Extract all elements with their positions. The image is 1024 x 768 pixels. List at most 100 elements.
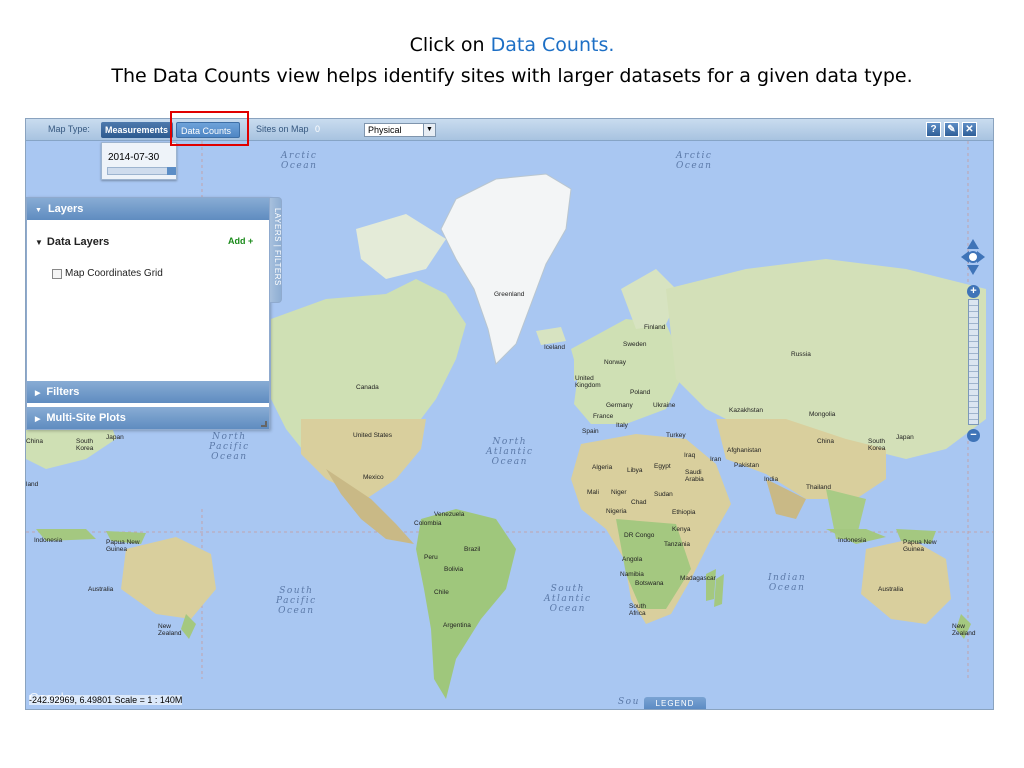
place-label: Chad <box>631 499 647 506</box>
layers-title: Layers <box>47 203 84 215</box>
place-label: Sweden <box>623 341 647 348</box>
place-label: China <box>26 438 43 445</box>
place-label: Algeria <box>592 464 613 471</box>
place-label: Russia <box>791 351 811 358</box>
place-label: Botswana <box>635 580 664 587</box>
place-label: Japan <box>896 434 914 441</box>
place-label: Saudi Arabia <box>685 469 704 483</box>
place-label: Madagascar <box>680 575 716 582</box>
place-label: Finland <box>644 324 666 331</box>
expand-arrow-icon: ▶ <box>35 390 41 397</box>
date-picker[interactable]: 2014-07-30 <box>101 142 177 180</box>
map-style-select[interactable]: Physical ▼ <box>364 123 436 137</box>
place-label: Egypt <box>654 463 671 470</box>
pan-up-icon[interactable] <box>967 239 979 249</box>
ocean-label-arctic-left: Arctic Ocean <box>281 151 318 171</box>
layers-header[interactable]: ▼ Layers <box>27 198 269 220</box>
place-label: India <box>764 476 779 483</box>
place-label: DR Congo <box>624 532 655 539</box>
place-label: Norway <box>604 359 627 366</box>
close-icon[interactable]: ✕ <box>962 122 977 137</box>
map-style-value: Physical <box>368 125 402 135</box>
place-label: Nigeria <box>606 508 627 515</box>
map-viewport[interactable]: Arctic Ocean Arctic Ocean North Pacific … <box>25 118 994 710</box>
grid-label: Map Coordinates Grid <box>65 268 163 279</box>
date-slider-handle[interactable] <box>167 167 176 175</box>
highlight-box <box>170 111 249 146</box>
coordinates-readout: -242.92969, 6.49801 Scale = 1 : 140M <box>29 695 183 705</box>
place-label: Brazil <box>464 546 481 553</box>
place-label: New Zealand <box>158 623 182 637</box>
place-label: Libya <box>627 467 643 474</box>
ocean-label-indian: Indian Ocean <box>768 573 807 593</box>
ocean-label-southern: Sou <box>618 697 640 707</box>
ocean-label-south-pacific: South Pacific Ocean <box>276 586 317 616</box>
map-coordinates-grid-option[interactable]: Map Coordinates Grid <box>52 268 163 279</box>
date-value: 2014-07-30 <box>108 152 160 163</box>
help-icon[interactable]: ? <box>926 122 941 137</box>
place-label: South Korea <box>76 438 94 452</box>
multi-site-plots-title: Multi-Site Plots <box>46 412 126 424</box>
place-label: Canada <box>356 384 379 391</box>
toolbar-icon-group: ? ✎ ✕ <box>926 122 977 137</box>
filters-header[interactable]: ▶ Filters <box>27 381 269 403</box>
place-label: Sudan <box>654 491 673 498</box>
place-label: Indonesia <box>34 537 63 544</box>
caption-prefix: Click on <box>409 34 491 56</box>
multi-site-plots-header[interactable]: ▶ Multi-Site Plots <box>27 407 269 429</box>
pan-control[interactable] <box>959 237 987 277</box>
layers-filters-tab[interactable]: LAYERS | FILTERS <box>270 197 282 303</box>
place-label: South Korea <box>868 438 886 452</box>
place-label: Germany <box>606 402 633 409</box>
expand-arrow-icon: ▶ <box>35 416 41 423</box>
place-label: Venezuela <box>434 511 465 518</box>
caption-line-1: Click on Data Counts. <box>0 30 1024 61</box>
zoom-control[interactable]: + − <box>966 285 981 445</box>
place-label: Iceland <box>544 344 565 351</box>
place-label: Colombia <box>414 520 442 527</box>
pan-down-icon[interactable] <box>967 265 979 275</box>
caption-line-2: The Data Counts view helps identify site… <box>111 65 913 87</box>
place-label: Poland <box>630 389 651 396</box>
zoom-slider[interactable] <box>968 299 979 425</box>
measurements-button[interactable]: Measurements <box>101 122 173 138</box>
ocean-label-south-atlantic: South Atlantic Ocean <box>544 584 592 614</box>
place-label: Italy <box>616 422 628 429</box>
place-label: Papua New Guinea <box>106 539 140 553</box>
data-layers-title: Data Layers <box>46 236 110 248</box>
filters-title: Filters <box>46 386 80 398</box>
sites-on-map-label: Sites on Map <box>256 124 309 134</box>
place-label: Peru <box>424 554 438 561</box>
slide-caption: Click on Data Counts. The Data Counts vi… <box>0 30 1024 92</box>
place-label: Mexico <box>363 474 384 481</box>
place-label: Niger <box>611 489 627 496</box>
place-label: Pakistan <box>734 462 759 469</box>
place-label: Indonesia <box>838 537 867 544</box>
data-layers-header[interactable]: ▼ Data Layers <box>35 236 109 248</box>
zoom-in-icon[interactable]: + <box>967 285 980 298</box>
add-layer-button[interactable]: Add + <box>228 236 253 246</box>
place-label: Mali <box>587 489 599 496</box>
place-label: Australia <box>88 586 114 593</box>
place-label: New Zealand <box>952 623 976 637</box>
grid-checkbox[interactable] <box>52 268 62 279</box>
ocean-label-north-atlantic: North Atlantic Ocean <box>486 437 534 467</box>
place-label: Tanzania <box>664 541 691 548</box>
place-label: France <box>593 413 614 420</box>
place-label: Ukraine <box>653 402 676 409</box>
ocean-label-arctic-right: Arctic Ocean <box>676 151 713 171</box>
edit-icon[interactable]: ✎ <box>944 122 959 137</box>
place-label: China <box>817 438 834 445</box>
place-label: South Africa <box>629 603 646 617</box>
place-label: Thailand <box>806 484 831 491</box>
layers-panel: ▼ Layers ▼ Data Layers Add + Map Coordinat… <box>26 197 270 430</box>
place-label: Turkey <box>666 432 686 439</box>
place-label: Bolivia <box>444 566 464 573</box>
place-label: Mongolia <box>809 411 836 418</box>
place-label: Argentina <box>443 622 471 629</box>
resize-grip-icon[interactable] <box>261 421 267 427</box>
date-slider[interactable] <box>107 167 176 175</box>
place-label: Iran <box>710 456 722 463</box>
zoom-out-icon[interactable]: − <box>967 429 980 442</box>
legend-tab[interactable]: LEGEND <box>644 697 706 709</box>
